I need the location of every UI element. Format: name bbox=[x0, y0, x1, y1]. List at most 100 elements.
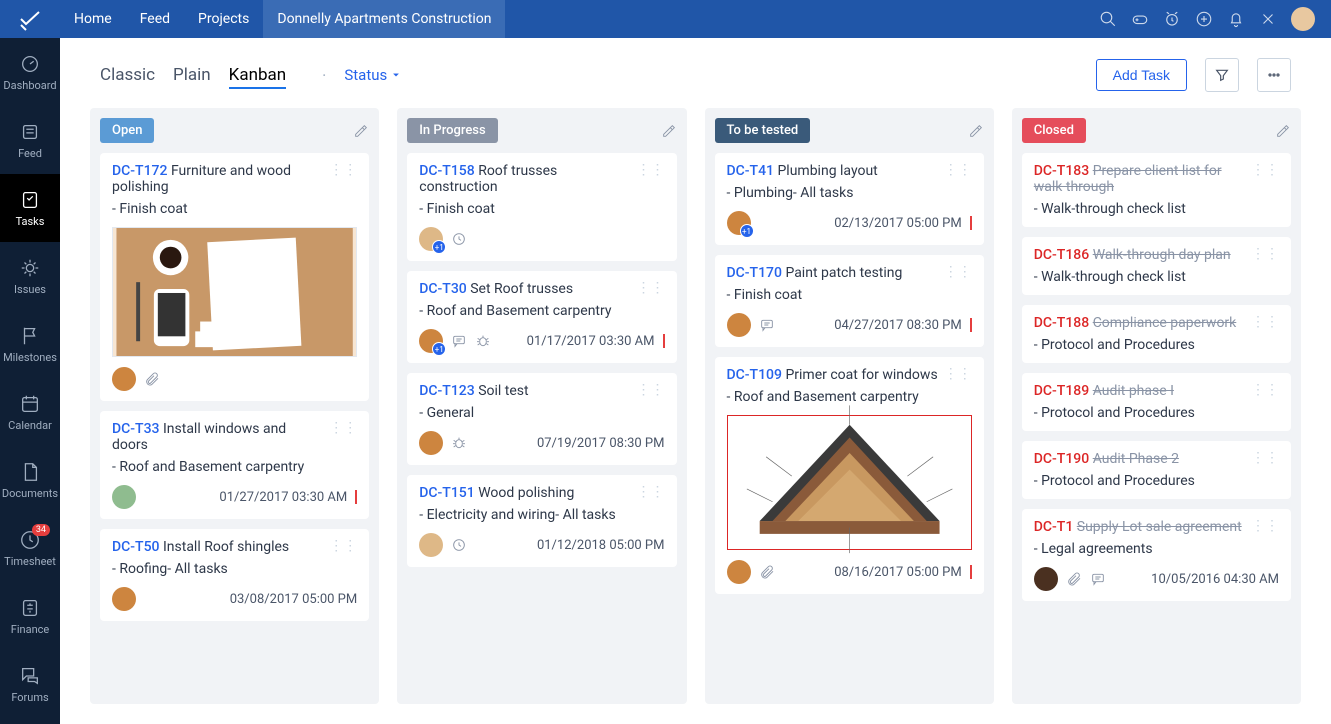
assignee-avatar[interactable]: +1 bbox=[419, 329, 443, 353]
task-card[interactable]: DC-T186 Walk-through day plan⋮⋮- Walk-th… bbox=[1022, 237, 1291, 295]
sidebar-item-timesheet[interactable]: Timesheet34 bbox=[0, 514, 60, 582]
attachment-icon[interactable] bbox=[759, 564, 775, 580]
sidebar-item-dashboard[interactable]: Dashboard bbox=[0, 38, 60, 106]
view-tab-plain[interactable]: Plain bbox=[173, 65, 211, 85]
nav-donnelly-apartments-construction[interactable]: Donnelly Apartments Construction bbox=[263, 0, 505, 38]
gamepad-icon[interactable] bbox=[1131, 10, 1149, 28]
assignee-avatar[interactable]: +1 bbox=[419, 227, 443, 251]
task-id[interactable]: DC-T188 bbox=[1034, 315, 1089, 331]
drag-handle-icon[interactable]: ⋮⋮ bbox=[1251, 315, 1279, 329]
sidebar-item-issues[interactable]: Issues bbox=[0, 242, 60, 310]
nav-feed[interactable]: Feed bbox=[126, 0, 184, 38]
nav-home[interactable]: Home bbox=[60, 0, 126, 38]
task-id[interactable]: DC-T1 bbox=[1034, 519, 1074, 535]
column-edit-icon[interactable] bbox=[968, 123, 984, 139]
task-id[interactable]: DC-T50 bbox=[112, 539, 159, 555]
drag-handle-icon[interactable]: ⋮⋮ bbox=[1251, 163, 1279, 177]
task-id[interactable]: DC-T123 bbox=[419, 383, 474, 399]
comment-icon[interactable] bbox=[759, 317, 775, 333]
task-card[interactable]: DC-T170 Paint patch testing⋮⋮- Finish co… bbox=[715, 255, 984, 347]
assignee-avatar[interactable] bbox=[112, 587, 136, 611]
assignee-avatar[interactable] bbox=[112, 367, 136, 391]
plus-circle-icon[interactable] bbox=[1195, 10, 1213, 28]
task-id[interactable]: DC-T109 bbox=[727, 367, 782, 383]
tools-icon[interactable] bbox=[1259, 10, 1277, 28]
task-card[interactable]: DC-T183 Prepare client list for walk thr… bbox=[1022, 153, 1291, 227]
column-edit-icon[interactable] bbox=[353, 123, 369, 139]
task-id[interactable]: DC-T186 bbox=[1034, 247, 1089, 263]
drag-handle-icon[interactable]: ⋮⋮ bbox=[637, 485, 665, 499]
sidebar-item-milestones[interactable]: Milestones bbox=[0, 310, 60, 378]
nav-projects[interactable]: Projects bbox=[184, 0, 263, 38]
drag-handle-icon[interactable]: ⋮⋮ bbox=[637, 281, 665, 295]
drag-handle-icon[interactable]: ⋮⋮ bbox=[637, 163, 665, 177]
drag-handle-icon[interactable]: ⋮⋮ bbox=[1251, 247, 1279, 261]
view-tab-classic[interactable]: Classic bbox=[100, 65, 155, 85]
task-id[interactable]: DC-T158 bbox=[419, 163, 474, 179]
drag-handle-icon[interactable]: ⋮⋮ bbox=[637, 383, 665, 397]
task-id[interactable]: DC-T30 bbox=[419, 281, 466, 297]
attachment-icon[interactable] bbox=[144, 371, 160, 387]
sidebar-item-forums[interactable]: Forums bbox=[0, 650, 60, 718]
comment-icon[interactable] bbox=[1090, 571, 1106, 587]
drag-handle-icon[interactable]: ⋮⋮ bbox=[329, 421, 357, 435]
sidebar-item-finance[interactable]: Finance bbox=[0, 582, 60, 650]
task-id[interactable]: DC-T172 bbox=[112, 163, 167, 179]
task-id[interactable]: DC-T170 bbox=[727, 265, 782, 281]
assignee-avatar[interactable] bbox=[419, 431, 443, 455]
task-card[interactable]: DC-T151 Wood polishing⋮⋮- Electricity an… bbox=[407, 475, 676, 567]
assignee-avatar[interactable] bbox=[727, 560, 751, 584]
drag-handle-icon[interactable]: ⋮⋮ bbox=[944, 265, 972, 279]
status-dropdown[interactable]: Status bbox=[344, 66, 401, 84]
search-icon[interactable] bbox=[1099, 10, 1117, 28]
view-tab-kanban[interactable]: Kanban bbox=[229, 65, 286, 89]
sidebar-item-documents[interactable]: Documents bbox=[0, 446, 60, 514]
attachment-icon[interactable] bbox=[1066, 571, 1082, 587]
task-id[interactable]: DC-T189 bbox=[1034, 383, 1089, 399]
task-card[interactable]: DC-T189 Audit phase I⋮⋮- Protocol and Pr… bbox=[1022, 373, 1291, 431]
drag-handle-icon[interactable]: ⋮⋮ bbox=[329, 539, 357, 553]
task-card[interactable]: DC-T190 Audit Phase 2⋮⋮- Protocol and Pr… bbox=[1022, 441, 1291, 499]
bug-icon[interactable] bbox=[475, 333, 491, 349]
task-card[interactable]: DC-T172 Furniture and wood polishing⋮⋮- … bbox=[100, 153, 369, 401]
task-id[interactable]: DC-T41 bbox=[727, 163, 774, 179]
sidebar-item-tasks[interactable]: Tasks bbox=[0, 174, 60, 242]
column-edit-icon[interactable] bbox=[1275, 123, 1291, 139]
task-id[interactable]: DC-T33 bbox=[112, 421, 159, 437]
task-card[interactable]: DC-T123 Soil test⋮⋮- General07/19/2017 0… bbox=[407, 373, 676, 465]
task-card[interactable]: DC-T188 Compliance paperwork⋮⋮- Protocol… bbox=[1022, 305, 1291, 363]
user-avatar[interactable] bbox=[1291, 7, 1315, 31]
assignee-avatar[interactable] bbox=[1034, 567, 1058, 591]
task-card[interactable]: DC-T109 Primer coat for windows⋮⋮- Roof … bbox=[715, 357, 984, 594]
assignee-avatar[interactable] bbox=[419, 533, 443, 557]
drag-handle-icon[interactable]: ⋮⋮ bbox=[1251, 519, 1279, 533]
task-card[interactable]: DC-T50 Install Roof shingles⋮⋮- Roofing-… bbox=[100, 529, 369, 621]
comment-icon[interactable] bbox=[451, 333, 467, 349]
assignee-avatar[interactable]: +1 bbox=[727, 211, 751, 235]
task-card[interactable]: DC-T158 Roof trusses construction⋮⋮- Fin… bbox=[407, 153, 676, 261]
bell-icon[interactable] bbox=[1227, 10, 1245, 28]
sidebar-item-calendar[interactable]: Calendar bbox=[0, 378, 60, 446]
more-button[interactable] bbox=[1257, 58, 1291, 92]
app-logo[interactable] bbox=[0, 7, 60, 31]
task-card[interactable]: DC-T41 Plumbing layout⋮⋮- Plumbing- All … bbox=[715, 153, 984, 245]
drag-handle-icon[interactable]: ⋮⋮ bbox=[329, 163, 357, 177]
alarm-icon[interactable] bbox=[1163, 10, 1181, 28]
drag-handle-icon[interactable]: ⋮⋮ bbox=[944, 367, 972, 381]
filter-button[interactable] bbox=[1205, 58, 1239, 92]
bug-icon[interactable] bbox=[451, 435, 467, 451]
task-id[interactable]: DC-T183 bbox=[1034, 163, 1089, 179]
task-card[interactable]: DC-T1 Supply Lot sale agreement⋮⋮- Legal… bbox=[1022, 509, 1291, 601]
task-card[interactable]: DC-T30 Set Roof trusses⋮⋮- Roof and Base… bbox=[407, 271, 676, 363]
assignee-avatar[interactable] bbox=[727, 313, 751, 337]
drag-handle-icon[interactable]: ⋮⋮ bbox=[944, 163, 972, 177]
column-edit-icon[interactable] bbox=[661, 123, 677, 139]
drag-handle-icon[interactable]: ⋮⋮ bbox=[1251, 451, 1279, 465]
task-card[interactable]: DC-T33 Install windows and doors⋮⋮- Roof… bbox=[100, 411, 369, 519]
task-id[interactable]: DC-T151 bbox=[419, 485, 474, 501]
drag-handle-icon[interactable]: ⋮⋮ bbox=[1251, 383, 1279, 397]
add-task-button[interactable]: Add Task bbox=[1096, 59, 1187, 91]
task-id[interactable]: DC-T190 bbox=[1034, 451, 1089, 467]
sidebar-item-feed[interactable]: Feed bbox=[0, 106, 60, 174]
assignee-avatar[interactable] bbox=[112, 485, 136, 509]
